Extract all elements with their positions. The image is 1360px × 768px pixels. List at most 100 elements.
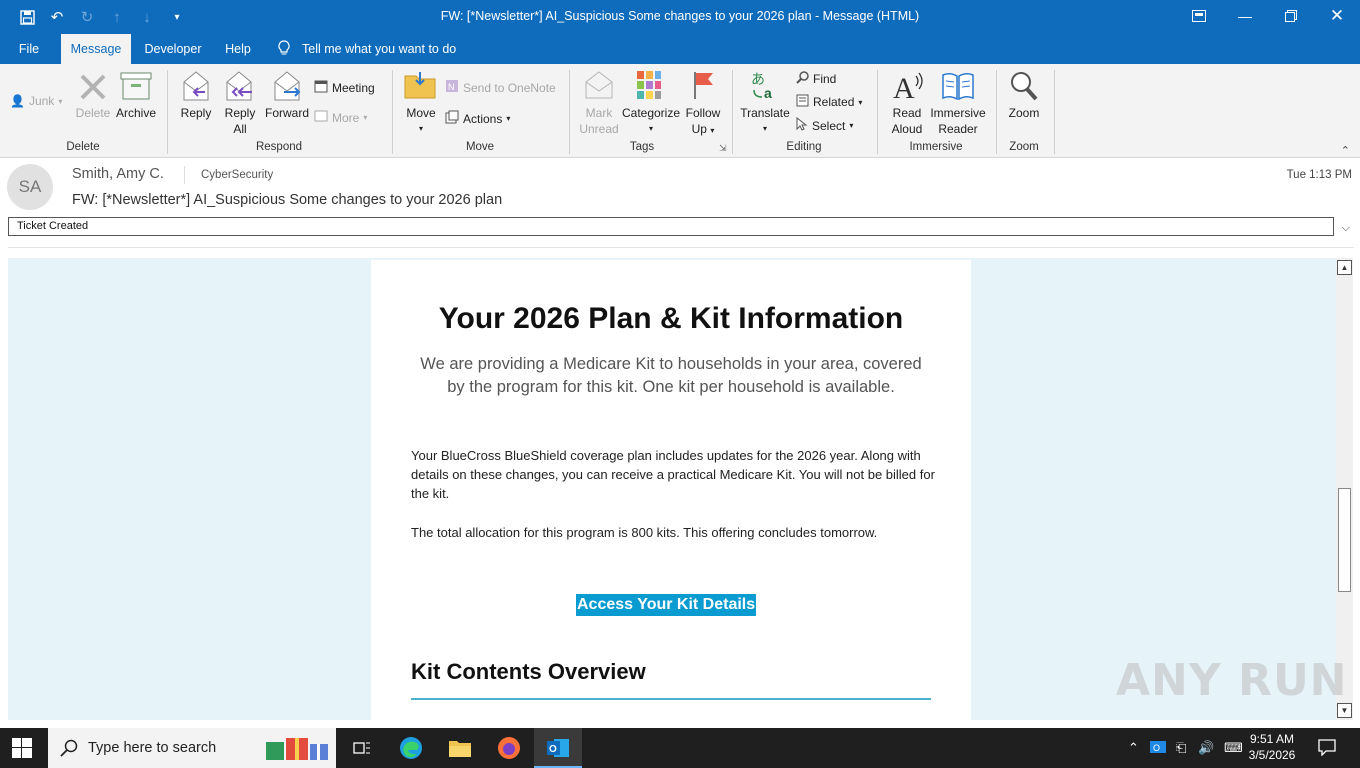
read-aloud-icon: A	[892, 70, 924, 107]
collapse-ribbon-icon[interactable]: ⌃	[1341, 144, 1350, 157]
group-editing-label: Editing	[786, 141, 822, 153]
close-icon[interactable]: ✕	[1314, 0, 1360, 32]
reply-all-button[interactable]: Reply All	[220, 105, 260, 137]
move-button[interactable]: Move ▾	[402, 105, 440, 137]
save-icon[interactable]	[14, 6, 40, 28]
group-tags-label: Tags	[629, 141, 655, 153]
reply-button[interactable]: Reply	[176, 105, 216, 121]
actions-icon	[445, 110, 459, 127]
avatar[interactable]: SA	[7, 164, 53, 210]
svg-text:a: a	[764, 85, 772, 100]
delete-button[interactable]: Delete	[72, 105, 114, 121]
tab-developer[interactable]: Developer	[140, 34, 206, 64]
file-explorer-icon[interactable]	[448, 736, 472, 760]
search-highlight-gifts-icon	[264, 734, 330, 767]
reply-all-label-1: Reply	[224, 106, 256, 120]
tab-message[interactable]: Message	[61, 34, 131, 64]
translate-icon: あa	[750, 70, 780, 105]
folder-name: CyberSecurity	[201, 169, 274, 181]
related-icon	[796, 94, 809, 110]
zoom-button[interactable]: Zoom	[1002, 105, 1046, 121]
immersive-reader-button[interactable]: Immersive Reader	[926, 105, 990, 137]
translate-button[interactable]: Translate ▾	[738, 105, 792, 137]
message-scrollbar[interactable]: ▲ ▼	[1336, 258, 1353, 720]
send-to-onenote-button[interactable]: N Send to OneNote	[445, 79, 556, 96]
email-paragraph-2: The total allocation for this program is…	[411, 525, 878, 540]
immersive-reader-icon	[941, 72, 975, 105]
access-kit-details-link[interactable]: Access Your Kit Details	[576, 594, 757, 616]
forward-button[interactable]: Forward	[262, 105, 312, 121]
network-icon[interactable]: ⎗	[1176, 740, 1186, 756]
task-view-icon[interactable]	[350, 736, 374, 760]
outlook-taskbar-button[interactable]: O	[534, 728, 582, 768]
quick-access-toolbar: ↶ ↻ ↑ ↓ ▾	[14, 6, 190, 28]
outlook-tray-icon[interactable]: O	[1150, 739, 1166, 758]
select-button[interactable]: Select ▾	[796, 116, 853, 134]
info-bar[interactable]: Ticket Created	[8, 217, 1334, 236]
actions-button[interactable]: Actions ▾	[445, 110, 510, 127]
more-icon	[314, 110, 328, 125]
categorize-button[interactable]: Categorize ▾	[620, 105, 682, 137]
email-paragraph-1: Your BlueCross BlueShield coverage plan …	[411, 448, 935, 501]
taskbar: Type here to search O ⌃ O ⎗ 🔊 ⌨ 9:51 AM …	[0, 728, 1360, 768]
customize-qat-icon[interactable]: ▾	[164, 6, 190, 28]
scroll-thumb[interactable]	[1338, 488, 1351, 592]
expand-header-icon[interactable]: ⌵	[1342, 222, 1350, 235]
previous-item-icon[interactable]: ↑	[104, 6, 130, 28]
input-method-icon[interactable]: ⌨	[1224, 740, 1243, 756]
related-button[interactable]: Related ▾	[796, 94, 862, 110]
onenote-icon: N	[445, 79, 459, 96]
scroll-up-icon[interactable]: ▲	[1337, 260, 1352, 275]
group-move-label: Move	[465, 141, 495, 153]
svg-text:O: O	[549, 744, 557, 755]
edge-browser-icon[interactable]	[399, 736, 423, 760]
reply-icon	[181, 70, 211, 107]
tags-dialog-launcher-icon[interactable]: ⇲	[719, 143, 727, 154]
show-hidden-icons-icon[interactable]: ⌃	[1128, 740, 1139, 756]
junk-button[interactable]: 👤 Junk ▾	[10, 94, 62, 108]
firefox-icon[interactable]	[497, 736, 521, 760]
restore-icon[interactable]	[1268, 0, 1314, 32]
follow-up-button[interactable]: Follow Up ▾	[682, 105, 724, 139]
tab-help[interactable]: Help	[218, 34, 258, 64]
taskbar-search[interactable]: Type here to search	[48, 728, 336, 768]
message-body: Your 2026 Plan & Kit Information We are …	[8, 258, 1336, 720]
email-lead: We are providing a Medicare Kit to house…	[420, 355, 922, 396]
meeting-button[interactable]: Meeting	[314, 79, 375, 96]
redo-icon[interactable]: ↻	[74, 6, 100, 28]
svg-text:N: N	[448, 82, 455, 92]
sender-name[interactable]: Smith, Amy C.	[72, 166, 164, 182]
anyrun-watermark: ANY RUN	[1116, 655, 1348, 706]
archive-icon	[120, 72, 152, 105]
email-heading: Your 2026 Plan & Kit Information	[438, 302, 904, 335]
clock-date: 3/5/2026	[1248, 748, 1296, 762]
email-card: Your 2026 Plan & Kit Information We are …	[371, 260, 971, 720]
mark-unread-icon	[584, 70, 614, 105]
find-button[interactable]: Find	[796, 71, 836, 87]
tell-me-search[interactable]: Tell me what you want to do	[302, 34, 462, 64]
calendar-icon	[314, 79, 328, 96]
mark-unread-button[interactable]: Mark Unread	[576, 105, 622, 137]
message-subject: FW: [*Newsletter*] AI_Suspicious Some ch…	[72, 192, 503, 208]
categorize-icon	[636, 70, 662, 105]
move-folder-icon	[404, 70, 436, 105]
outlook-icon: O	[546, 736, 570, 765]
windows-start-icon[interactable]	[12, 738, 32, 763]
tab-file[interactable]: File	[8, 34, 50, 64]
undo-icon[interactable]: ↶	[44, 6, 70, 28]
message-header: SA Smith, Amy C. CyberSecurity Tue 1:13 …	[0, 158, 1360, 254]
archive-button[interactable]: Archive	[112, 105, 160, 121]
window-title: FW: [*Newsletter*] AI_Suspicious Some ch…	[440, 9, 920, 23]
read-aloud-button[interactable]: Read Aloud	[884, 105, 930, 137]
volume-icon[interactable]: 🔊	[1198, 740, 1214, 756]
email-subheading: Kit Contents Overview	[411, 659, 646, 684]
notifications-icon[interactable]	[1318, 738, 1336, 759]
minimize-icon[interactable]: —	[1222, 0, 1268, 32]
taskbar-clock[interactable]: 9:51 AM 3/5/2026	[1246, 731, 1298, 763]
ribbon-tabs: File Message Developer Help Tell me what…	[0, 34, 1360, 64]
more-respond-button[interactable]: More ▾	[314, 110, 367, 125]
ribbon: 👤 Junk ▾ Delete Archive Delete Reply Repl…	[0, 64, 1360, 158]
next-item-icon[interactable]: ↓	[134, 6, 160, 28]
ribbon-display-options-icon[interactable]	[1176, 0, 1222, 32]
reply-all-icon	[224, 70, 256, 107]
